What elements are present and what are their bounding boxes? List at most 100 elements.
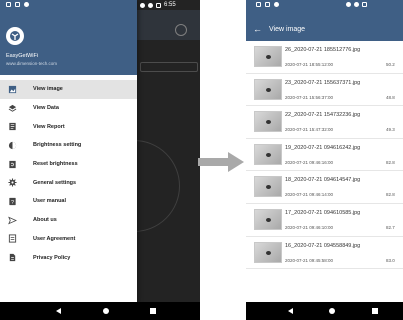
back-arrow-icon[interactable]: ← [253,25,262,34]
gear-icon [7,178,17,188]
menu-item-label: User Agreement [33,235,76,242]
page-title: View image [269,26,306,33]
manual-icon: ? [7,196,17,206]
list-item[interactable]: 17_2020-07-21 094610585.jpg 2020-07-21 0… [246,204,403,237]
menu-item-user-manual[interactable]: ? User manual [0,192,137,211]
signal-icon [140,2,145,8]
status-bar-right: 6:55 [137,0,200,11]
file-value: 82.7 [386,224,395,230]
menu-item-general-settings[interactable]: General settings [0,173,137,192]
status-bar [0,0,137,11]
list-item[interactable]: 22_2020-07-21 154732236.jpg 2020-07-21 1… [246,106,403,139]
notification-icon [24,2,29,7]
notification-icon [256,2,261,7]
drawer-header: EasyGetWiFi www.dimension-tech.com [0,0,137,75]
menu-item-label: View image [33,86,63,93]
navigation-drawer: EasyGetWiFi www.dimension-tech.com View … [0,0,137,302]
file-name: 26_2020-07-21 185512776.jpg [285,47,361,53]
menu-item-about-us[interactable]: About us [0,211,137,230]
file-value: 50.2 [386,62,395,67]
agreement-icon [7,234,17,244]
list-item[interactable]: 26_2020-07-21 185512776.jpg 2020-07-21 1… [246,41,403,74]
wifi-icon [148,2,153,8]
system-nav-bar [246,302,403,320]
list-item[interactable]: 19_2020-07-21 094616242.jpg 2020-07-21 0… [246,139,403,172]
menu-item-view-image[interactable]: View image [0,80,137,99]
reset-icon [7,159,17,169]
nav-home-icon[interactable] [103,308,109,314]
screenshot-canvas: EasyGetWiFi www.dimension-tech.com View … [0,0,403,320]
file-name: 22_2020-07-21 154732236.jpg [285,112,361,119]
signal-icon [346,2,351,7]
file-date: 2020-07-21 09:46:10:00 [285,224,334,230]
svg-text:?: ? [11,200,14,206]
file-name: 23_2020-07-21 155637371.jpg [285,79,361,86]
notification-icon [265,2,270,7]
status-time: 6:55 [164,2,176,8]
list-item[interactable]: 16_2020-07-21 094558849.jpg 2020-07-21 0… [246,237,403,270]
system-nav-bar [0,302,200,320]
file-value: 49.3 [386,127,395,133]
transition-arrow-icon [198,152,244,172]
menu-item-label: About us [33,217,57,224]
right-phone-screen: ← View image 26_2020-07-21 185512776.jpg… [246,0,403,320]
app-name: EasyGetWiFi [6,53,39,59]
menu-item-label: Reset brightness [33,161,78,168]
notification-icon [274,2,279,7]
drawer-menu: View image View Data View Report Brightn… [0,80,137,267]
privacy-icon [7,253,17,263]
app-url: www.dimension-tech.com [6,61,58,66]
nav-recent-icon[interactable] [372,308,378,314]
image-thumbnail [254,176,282,198]
wifi-icon [354,2,359,7]
image-thumbnail [254,208,282,230]
image-thumbnail [254,111,282,133]
file-date: 2020-07-21 15:47:32:00 [285,127,334,133]
file-value: 83.0 [386,257,395,263]
file-name: 17_2020-07-21 094610585.jpg [285,209,361,216]
status-bar [246,0,403,11]
menu-item-view-data[interactable]: View Data [0,99,137,118]
notification-icon [6,2,11,7]
battery-icon [362,2,367,7]
list-item[interactable]: 18_2020-07-21 094614547.jpg 2020-07-21 0… [246,171,403,204]
notification-icon [15,2,20,7]
image-thumbnail [254,241,282,263]
menu-item-label: View Report [33,123,65,130]
file-name: 18_2020-07-21 094614547.jpg [285,177,361,184]
menu-item-user-agreement[interactable]: User Agreement [0,230,137,249]
file-date: 2020-07-21 18:55:12:00 [285,62,334,67]
menu-item-view-report[interactable]: View Report [0,117,137,136]
image-thumbnail [254,78,282,100]
menu-item-privacy-policy[interactable]: Privacy Policy [0,248,137,267]
image-list: 26_2020-07-21 185512776.jpg 2020-07-21 1… [246,41,403,270]
image-thumbnail [254,46,282,67]
file-date: 2020-07-21 09:46:14:00 [285,192,334,198]
left-phone-screen: EasyGetWiFi www.dimension-tech.com View … [0,0,200,320]
menu-item-reset-brightness[interactable]: Reset brightness [0,155,137,174]
menu-item-brightness-setting[interactable]: Brightness setting [0,136,137,155]
file-date: 2020-07-21 09:46:16:00 [285,159,334,165]
app-bar: ← View image [246,0,403,41]
image-thumbnail [254,143,282,165]
nav-back-icon[interactable] [288,308,293,314]
nav-recent-icon[interactable] [150,308,156,314]
nav-back-icon[interactable] [56,308,61,314]
file-value: 48.8 [386,94,395,100]
menu-item-label: Brightness setting [33,142,82,149]
menu-item-label: User manual [33,198,67,205]
image-icon [7,84,17,94]
send-icon [7,215,17,225]
app-logo-icon [6,27,24,45]
file-date: 2020-07-21 15:56:37:00 [285,94,334,100]
list-item[interactable]: 23_2020-07-21 155637371.jpg 2020-07-21 1… [246,74,403,107]
file-value: 82.8 [386,192,395,198]
brightness-icon [7,140,17,150]
menu-item-label: View Data [33,105,59,112]
nav-home-icon[interactable] [329,308,335,314]
report-icon [7,122,17,132]
file-value: 82.8 [386,159,395,165]
file-date: 2020-07-21 09:45:58:00 [285,257,334,263]
menu-item-label: General settings [33,179,77,186]
file-name: 16_2020-07-21 094558849.jpg [285,242,361,249]
